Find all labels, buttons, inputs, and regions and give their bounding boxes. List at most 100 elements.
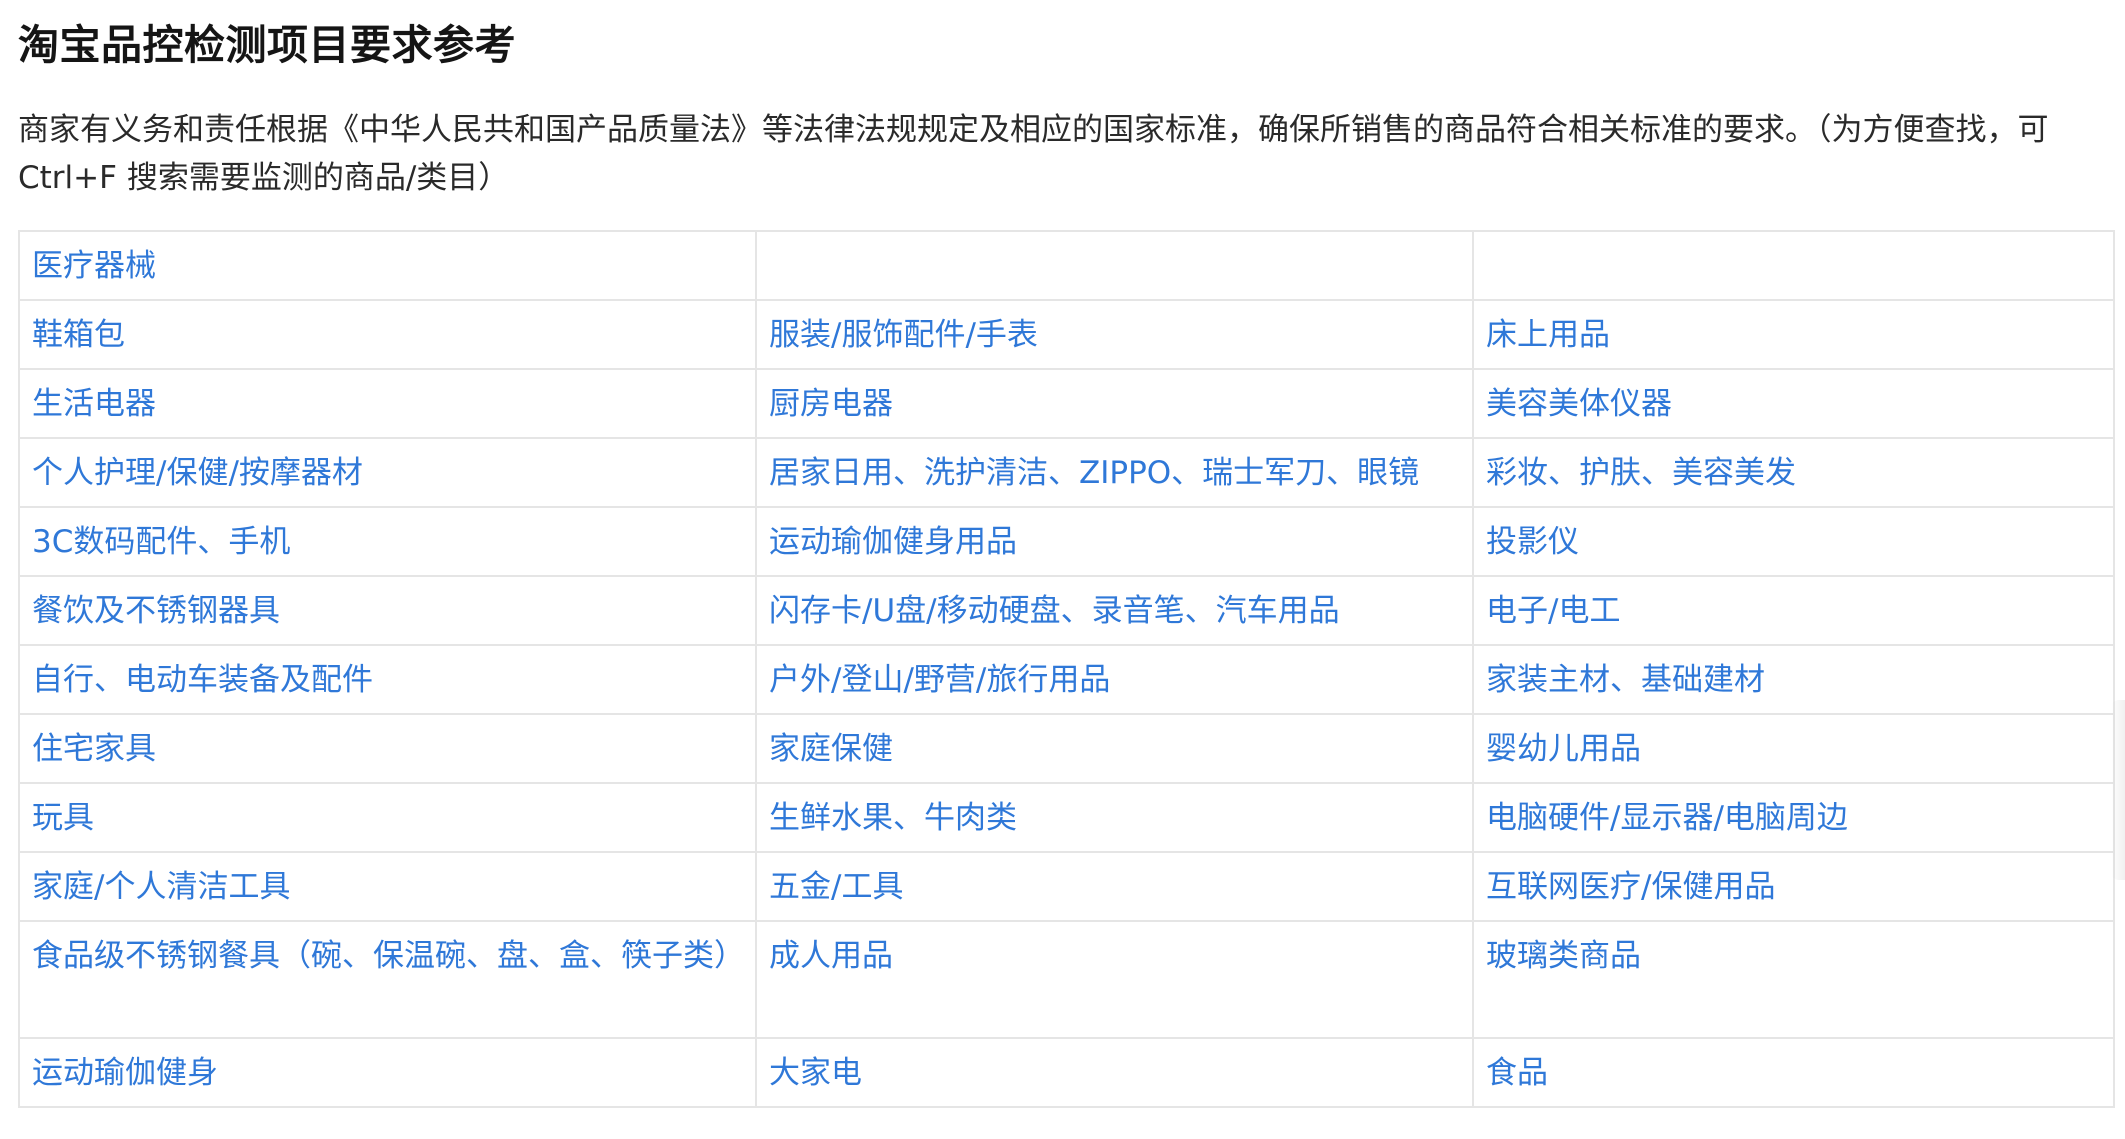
cell-content: 五金/工具 [769,853,1460,911]
category-link[interactable]: 婴幼儿用品 [1486,731,1641,767]
category-link[interactable]: 生活电器 [32,386,156,422]
cell-content: 投影仪 [1486,508,2101,566]
table-cell: 五金/工具 [755,851,1474,922]
cell-content: 鞋箱包 [32,301,743,359]
category-link[interactable]: 住宅家具 [32,731,156,767]
table-row: 餐饮及不锈钢器具 闪存卡/U盘/移动硬盘、录音笔、汽车用品 电子/电工 [18,575,2115,646]
table-cell: 生鲜水果、牛肉类 [755,782,1474,853]
table-cell: 服装/服饰配件/手表 [755,299,1474,370]
table-cell: 美容美体仪器 [1472,368,2115,439]
category-link[interactable]: 厨房电器 [769,386,893,422]
table-row: 家庭/个人清洁工具 五金/工具 互联网医疗/保健用品 [18,851,2115,922]
table-cell: 玩具 [18,782,757,853]
category-link[interactable]: 生鲜水果、牛肉类 [769,800,1017,836]
table-row: 医疗器械 [18,230,2115,301]
table-cell: 鞋箱包 [18,299,757,370]
cell-content: 家庭保健 [769,715,1460,773]
category-table-body: 医疗器械鞋箱包 服装/服饰配件/手表 床上用品生活电器 厨房电器 美容美体仪器个人护理/… [18,230,2115,1108]
category-link[interactable]: 医疗器械 [32,248,156,284]
cell-content: 电子/电工 [1486,577,2101,635]
scroll-edge-shadow [2111,700,2125,880]
category-link[interactable]: 投影仪 [1486,524,1579,560]
category-link[interactable]: 床上用品 [1486,317,1610,353]
category-link[interactable]: 户外/登山/野营/旅行用品 [769,662,1110,698]
category-link[interactable]: 3C数码配件、手机 [32,524,290,560]
category-link[interactable]: 居家日用、洗护清洁、ZIPPO、瑞士军刀、眼镜 [769,455,1419,491]
category-link[interactable]: 电子/电工 [1486,593,1620,629]
cell-content: 互联网医疗/保健用品 [1486,853,2101,911]
table-row: 生活电器 厨房电器 美容美体仪器 [18,368,2115,439]
cell-content: 个人护理/保健/按摩器材 [32,439,743,497]
table-cell: 餐饮及不锈钢器具 [18,575,757,646]
table-cell: 医疗器械 [18,230,757,301]
category-link[interactable]: 运动瑜伽健身 [32,1055,218,1091]
table-cell: 户外/登山/野营/旅行用品 [755,644,1474,715]
cell-content: 餐饮及不锈钢器具 [32,577,743,635]
table-row: 个人护理/保健/按摩器材 居家日用、洗护清洁、ZIPPO、瑞士军刀、眼镜 彩妆、护肤… [18,437,2115,508]
table-row: 玩具 生鲜水果、牛肉类 电脑硬件/显示器/电脑周边 [18,782,2115,853]
cell-content: 居家日用、洗护清洁、ZIPPO、瑞士军刀、眼镜 [769,439,1460,497]
category-link[interactable]: 食品级不锈钢餐具（碗、保温碗、盘、盒、筷子类） [32,938,745,974]
table-cell: 电子/电工 [1472,575,2115,646]
category-link[interactable]: 餐饮及不锈钢器具 [32,593,280,629]
table-cell: 闪存卡/U盘/移动硬盘、录音笔、汽车用品 [755,575,1474,646]
category-link[interactable]: 玩具 [32,800,94,836]
table-cell: 生活电器 [18,368,757,439]
table-cell: 家庭/个人清洁工具 [18,851,757,922]
table-row: 鞋箱包 服装/服饰配件/手表 床上用品 [18,299,2115,370]
category-link[interactable]: 鞋箱包 [32,317,125,353]
cell-content: 玩具 [32,784,743,842]
cell-content: 玻璃类商品 [1486,922,2101,980]
table-cell: 电脑硬件/显示器/电脑周边 [1472,782,2115,853]
category-link[interactable]: 彩妆、护肤、美容美发 [1486,455,1796,491]
table-cell: 厨房电器 [755,368,1474,439]
cell-content: 运动瑜伽健身用品 [769,508,1460,566]
category-link[interactable]: 食品 [1486,1055,1548,1091]
table-cell: 食品 [1472,1037,2115,1108]
category-link[interactable]: 电脑硬件/显示器/电脑周边 [1486,800,1848,836]
table-cell: 婴幼儿用品 [1472,713,2115,784]
table-cell: 3C数码配件、手机 [18,506,757,577]
table-row: 运动瑜伽健身 大家电 食品 [18,1037,2115,1108]
table-cell: 家装主材、基础建材 [1472,644,2115,715]
category-link[interactable]: 家装主材、基础建材 [1486,662,1765,698]
category-link[interactable]: 互联网医疗/保健用品 [1486,869,1775,905]
table-cell: 投影仪 [1472,506,2115,577]
cell-content: 户外/登山/野营/旅行用品 [769,646,1460,704]
cell-content: 服装/服饰配件/手表 [769,301,1460,359]
table-row: 自行、电动车装备及配件 户外/登山/野营/旅行用品 家装主材、基础建材 [18,644,2115,715]
table-cell: 大家电 [755,1037,1474,1108]
table-cell: 运动瑜伽健身 [18,1037,757,1108]
category-link[interactable]: 自行、电动车装备及配件 [32,662,373,698]
cell-content: 医疗器械 [32,232,743,290]
category-link[interactable]: 运动瑜伽健身用品 [769,524,1017,560]
category-link[interactable]: 五金/工具 [769,869,903,905]
table-cell [1472,230,2115,301]
category-link[interactable]: 成人用品 [769,938,893,974]
cell-content: 电脑硬件/显示器/电脑周边 [1486,784,2101,842]
cell-content: 食品 [1486,1039,2101,1097]
cell-content [1486,232,2101,243]
category-link[interactable]: 玻璃类商品 [1486,938,1641,974]
table-cell: 家庭保健 [755,713,1474,784]
table-cell: 自行、电动车装备及配件 [18,644,757,715]
cell-content: 运动瑜伽健身 [32,1039,743,1097]
cell-content: 床上用品 [1486,301,2101,359]
table-cell: 玻璃类商品 [1472,920,2115,1039]
cell-content: 美容美体仪器 [1486,370,2101,428]
category-link[interactable]: 大家电 [769,1055,862,1091]
category-link[interactable]: 美容美体仪器 [1486,386,1672,422]
category-link[interactable]: 闪存卡/U盘/移动硬盘、录音笔、汽车用品 [769,593,1340,629]
cell-content: 家装主材、基础建材 [1486,646,2101,704]
category-link[interactable]: 家庭/个人清洁工具 [32,869,290,905]
table-cell: 居家日用、洗护清洁、ZIPPO、瑞士军刀、眼镜 [755,437,1474,508]
cell-content: 大家电 [769,1039,1460,1097]
table-cell: 床上用品 [1472,299,2115,370]
category-link[interactable]: 家庭保健 [769,731,893,767]
cell-content: 住宅家具 [32,715,743,773]
table-cell: 运动瑜伽健身用品 [755,506,1474,577]
category-link[interactable]: 个人护理/保健/按摩器材 [32,455,363,491]
category-link[interactable]: 服装/服饰配件/手表 [769,317,1038,353]
table-cell: 食品级不锈钢餐具（碗、保温碗、盘、盒、筷子类） [18,920,757,1039]
table-cell: 互联网医疗/保健用品 [1472,851,2115,922]
